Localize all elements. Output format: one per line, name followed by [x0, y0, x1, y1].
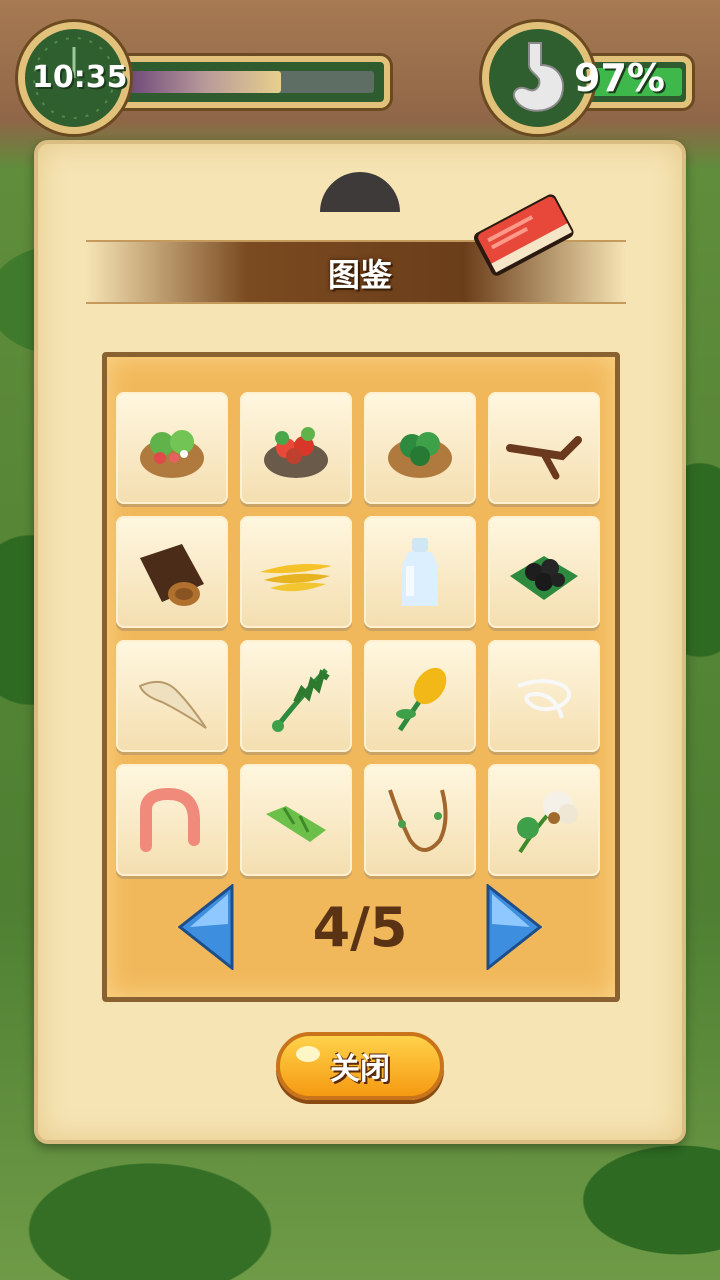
grid-cell[interactable] — [364, 640, 476, 752]
item-grid — [116, 392, 600, 876]
grid-cell[interactable] — [240, 640, 352, 752]
grid-cell[interactable] — [116, 640, 228, 752]
grid-cell[interactable] — [240, 764, 352, 876]
clock-time: 10:35 — [32, 60, 128, 95]
book-icon — [462, 184, 580, 280]
close-button[interactable]: 关闭 — [276, 1032, 444, 1100]
grid-cell[interactable] — [364, 392, 476, 504]
grid-cell[interactable] — [488, 640, 600, 752]
button-shine — [296, 1046, 320, 1062]
grid-cell[interactable] — [364, 516, 476, 628]
grid-cell[interactable] — [240, 516, 352, 628]
grid-cell[interactable] — [488, 764, 600, 876]
grid-cell[interactable] — [488, 392, 600, 504]
grid-cell[interactable] — [240, 392, 352, 504]
grid-cell[interactable] — [116, 392, 228, 504]
page-indicator: 4/5 — [312, 896, 408, 959]
panel-title: 图鉴 — [327, 256, 392, 294]
grid-cell[interactable] — [488, 516, 600, 628]
grid-cell[interactable] — [116, 516, 228, 628]
hunger-hud: 97% — [482, 22, 696, 134]
hunger-percent: 97% — [574, 56, 665, 100]
grid-cell[interactable] — [116, 764, 228, 876]
day-progress-bar — [114, 56, 390, 108]
arrow-right-icon[interactable] — [484, 882, 543, 972]
close-button-label: 关闭 — [330, 1052, 390, 1087]
time-hud: 10:35 — [18, 22, 394, 134]
grid-cell[interactable] — [364, 764, 476, 876]
day-progress-fill — [130, 71, 281, 93]
